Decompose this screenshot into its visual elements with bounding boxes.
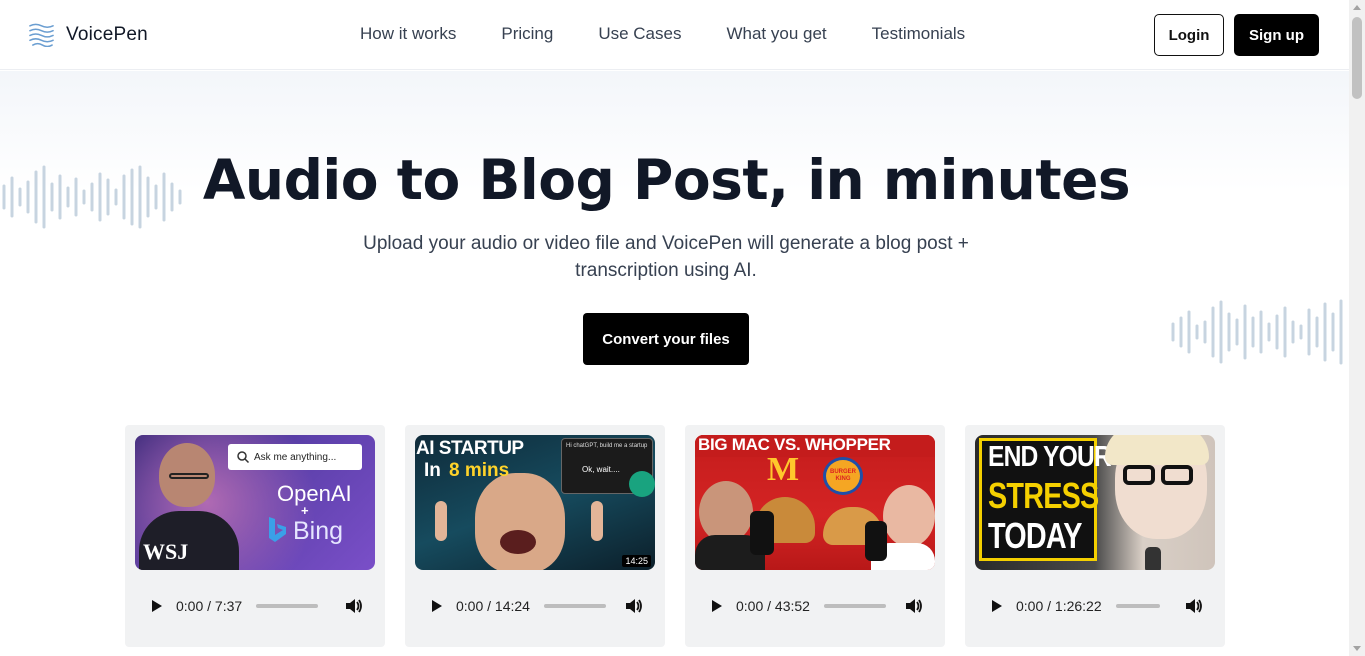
nav-pricing[interactable]: Pricing — [501, 24, 553, 44]
person-face — [475, 473, 565, 570]
thumbnail-line3-text: TODAY — [988, 515, 1082, 556]
video-thumbnail-4[interactable]: END YOUR STRESS TODAY — [975, 435, 1215, 570]
play-icon[interactable] — [152, 600, 162, 612]
person-left-face — [699, 481, 753, 543]
brand-name: VoicePen — [66, 23, 148, 45]
burger-king-logo-text: BURGER KING — [829, 469, 856, 482]
scrollbar-thumb[interactable] — [1352, 17, 1362, 99]
nav-what-you-get[interactable]: What you get — [726, 24, 826, 44]
audio-time: 0:00 / 43:52 — [736, 598, 810, 614]
microphone-left — [750, 511, 774, 555]
thumbnail-line2b-text: 8 mins — [449, 460, 510, 481]
hero-subtitle: Upload your audio or video file and Voic… — [363, 233, 969, 281]
signup-button[interactable]: Sign up — [1234, 14, 1319, 56]
main-nav: How it works Pricing Use Cases What you … — [360, 24, 1010, 44]
thumbnail-wsj-logo: WSJ — [143, 539, 189, 564]
audio-time: 0:00 / 7:37 — [176, 598, 243, 614]
glasses-right — [1161, 465, 1193, 485]
chatgpt-logo-icon — [629, 471, 655, 497]
mcdonalds-logo-icon: M — [767, 451, 800, 488]
login-button[interactable]: Login — [1154, 14, 1224, 56]
thumbnail-plus-text: + — [301, 503, 309, 518]
burger-king-logo-icon: BURGER KING — [823, 457, 863, 495]
audio-progress-bar[interactable] — [256, 604, 319, 608]
video-thumbnail-3[interactable]: BIG MAC VS. WHOPPER M BURGER KING — [695, 435, 935, 570]
audio-card-1: Ask me anything... OpenAI + Bing WSJ 0:0… — [125, 425, 385, 647]
sound-wave-right-decoration — [1171, 299, 1343, 365]
thumbnail-line1-text: END YOUR — [988, 441, 1112, 473]
microphone — [1145, 547, 1161, 570]
microphone-right — [865, 521, 887, 561]
top-navbar: VoicePen How it works Pricing Use Cases … — [0, 0, 1349, 70]
person-right-face — [883, 485, 935, 547]
thumbnail-chat1-text: Hi chatGPT, build me a startup — [566, 443, 648, 449]
nav-use-cases[interactable]: Use Cases — [598, 24, 681, 44]
audio-time: 0:00 / 1:26:22 — [1016, 598, 1102, 614]
audio-card-3: BIG MAC VS. WHOPPER M BURGER KING 0:00 /… — [685, 425, 945, 647]
person-hair — [1105, 435, 1209, 465]
page-scrollbar[interactable] — [1349, 0, 1365, 656]
nav-testimonials[interactable]: Testimonials — [872, 24, 966, 44]
video-duration-badge: 14:25 — [622, 555, 651, 567]
thumbnail-bing-text: Bing — [293, 517, 344, 545]
thumbnail-line2a-text: In — [424, 460, 441, 481]
brand-logo[interactable]: VoicePen — [29, 22, 148, 47]
audio-time: 0:00 / 14:24 — [456, 598, 530, 614]
volume-icon[interactable] — [905, 598, 923, 614]
scroll-up-arrow-icon[interactable] — [1353, 5, 1361, 10]
search-icon — [237, 451, 250, 464]
video-thumbnail-1[interactable]: Ask me anything... OpenAI + Bing WSJ — [135, 435, 375, 570]
thumbnail-openai-text: OpenAI — [277, 481, 352, 506]
play-icon[interactable] — [712, 600, 722, 612]
search-box-graphic: Ask me anything... — [228, 444, 362, 470]
play-icon[interactable] — [992, 600, 1002, 612]
thumbnail-search-text: Ask me anything... — [254, 451, 337, 463]
scroll-down-arrow-icon[interactable] — [1353, 646, 1361, 651]
play-icon[interactable] — [432, 600, 442, 612]
audio-progress-bar[interactable] — [1115, 604, 1160, 608]
audio-card-4: END YOUR STRESS TODAY 0:00 / 1:26:22 — [965, 425, 1225, 647]
convert-files-button[interactable]: Convert your files — [583, 313, 749, 365]
finger-left — [435, 501, 447, 541]
thumbnail-line2-text: STRESS — [988, 475, 1099, 516]
audio-player-3: 0:00 / 43:52 — [695, 583, 935, 629]
finger-right — [591, 501, 603, 541]
open-mouth — [500, 530, 536, 554]
audio-progress-bar[interactable] — [823, 604, 886, 608]
hero-title: Audio to Blog Post, in minutes — [202, 148, 1131, 212]
volume-icon[interactable] — [625, 598, 643, 614]
volume-icon[interactable] — [1185, 598, 1203, 614]
bing-logo-icon — [269, 517, 286, 542]
nav-how-it-works[interactable]: How it works — [360, 24, 456, 44]
volume-icon[interactable] — [345, 598, 363, 614]
audio-player-4: 0:00 / 1:26:22 — [975, 583, 1215, 629]
audio-progress-bar[interactable] — [543, 604, 606, 608]
page: VoicePen How it works Pricing Use Cases … — [0, 0, 1365, 656]
thumbnail-line1-text: AI STARTUP — [416, 438, 524, 459]
audio-player-2: 0:00 / 14:24 — [415, 583, 655, 629]
audio-card-2: AI STARTUP In 8 mins Hi chatGPT, build m… — [405, 425, 665, 647]
video-thumbnail-2[interactable]: AI STARTUP In 8 mins Hi chatGPT, build m… — [415, 435, 655, 570]
waves-icon — [29, 23, 54, 47]
thumbnail-chat2-text: Ok, wait.... — [582, 465, 620, 474]
audio-player-1: 0:00 / 7:37 — [135, 583, 375, 629]
glasses-left — [1123, 465, 1155, 485]
